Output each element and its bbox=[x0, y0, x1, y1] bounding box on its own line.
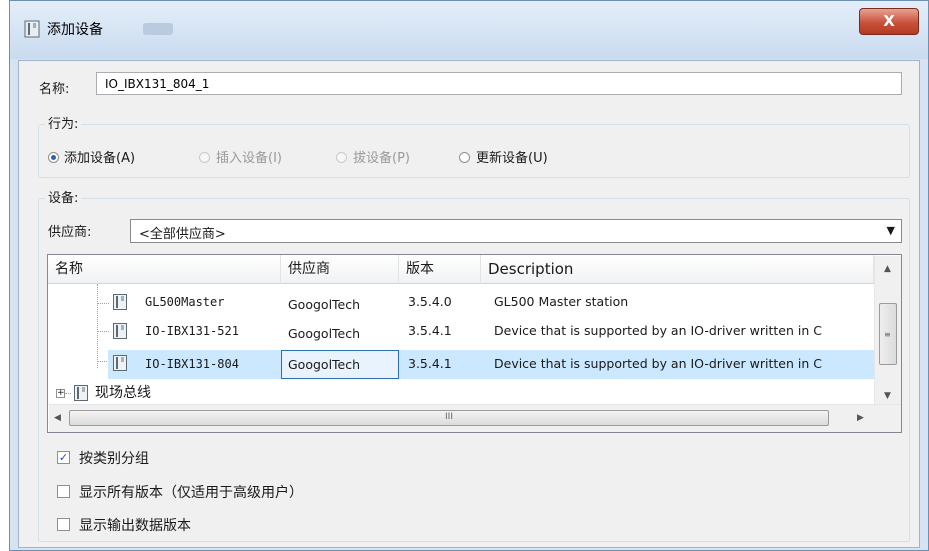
column-header-description[interactable]: Description bbox=[481, 255, 874, 284]
device-name-cell: GL500Master bbox=[145, 295, 225, 309]
description-cell: GL500 Master station bbox=[494, 294, 629, 309]
column-header-name[interactable]: 名称 bbox=[48, 255, 281, 284]
group-by-category-checkbox[interactable]: ✓ bbox=[57, 451, 70, 464]
description-cell: Device that is supported by an IO-driver… bbox=[494, 323, 822, 338]
expand-icon[interactable]: + bbox=[56, 389, 65, 398]
vertical-scroll-thumb[interactable]: ≡ bbox=[879, 303, 897, 365]
radio-add-device-label[interactable]: 添加设备(A) bbox=[64, 147, 135, 166]
show-all-versions-checkbox[interactable] bbox=[57, 485, 70, 498]
radio-update-device-label[interactable]: 更新设备(U) bbox=[476, 147, 548, 166]
version-cell: 3.5.4.1 bbox=[408, 356, 452, 371]
table-row[interactable]: IO-IBX131-521 GoogolTech 3.5.4.1 Device … bbox=[48, 319, 874, 345]
name-label: 名称: bbox=[39, 82, 70, 97]
vendor-cell: GoogolTech bbox=[288, 297, 361, 312]
vendor-select[interactable]: <全部供应商> ▼ bbox=[130, 219, 902, 243]
scroll-left-icon[interactable]: ◀ bbox=[54, 413, 61, 423]
device-module-icon bbox=[24, 20, 40, 38]
vendor-select-value: <全部供应商> bbox=[139, 227, 226, 242]
behavior-legend: 行为: bbox=[45, 113, 82, 132]
group-node-label: 现场总线 bbox=[95, 385, 151, 401]
vertical-scrollbar[interactable]: ▲ ≡ ▼ bbox=[874, 256, 901, 404]
table-row[interactable]: GL500Master GoogolTech 3.5.4.0 GL500 Mas… bbox=[48, 290, 874, 316]
radio-unplug-device-label[interactable]: 拔设备(P) bbox=[353, 147, 410, 166]
scroll-down-icon[interactable]: ▼ bbox=[884, 391, 891, 401]
vendor-label: 供应商: bbox=[48, 225, 92, 240]
close-icon: X bbox=[883, 12, 895, 30]
horizontal-scroll-thumb[interactable]: III bbox=[69, 410, 829, 426]
chevron-down-icon[interactable]: ▼ bbox=[887, 224, 895, 237]
tree-connector bbox=[65, 393, 71, 394]
devices-legend: 设备: bbox=[45, 187, 82, 206]
scroll-right-icon[interactable]: ▶ bbox=[857, 413, 864, 423]
device-module-icon bbox=[74, 385, 88, 401]
device-name-input[interactable] bbox=[96, 72, 902, 95]
group-by-category-label[interactable]: 按类别分组 bbox=[79, 448, 149, 468]
tree-group-node[interactable]: + 现场总线 bbox=[48, 382, 874, 404]
show-all-versions-label[interactable]: 显示所有版本（仅适用于高级用户） bbox=[79, 482, 303, 502]
vendor-cell: GoogolTech bbox=[288, 326, 361, 341]
radio-insert-device[interactable] bbox=[199, 152, 210, 163]
device-module-icon bbox=[113, 355, 127, 371]
show-output-data-version-checkbox[interactable] bbox=[57, 518, 70, 531]
device-module-icon bbox=[113, 294, 127, 310]
radio-add-device[interactable] bbox=[48, 152, 59, 163]
show-output-data-version-label[interactable]: 显示输出数据版本 bbox=[79, 515, 191, 535]
device-name-cell: IO-IBX131-521 bbox=[145, 324, 239, 338]
device-table: 名称 供应商 版本 Description GL500Master Googol… bbox=[47, 254, 902, 433]
device-name-cell: IO-IBX131-804 bbox=[145, 357, 239, 371]
title-suffix-blurred bbox=[143, 23, 173, 35]
vendor-cell-focused: GoogolTech bbox=[281, 350, 399, 379]
close-button[interactable]: X bbox=[859, 8, 919, 35]
scroll-up-icon[interactable]: ▲ bbox=[884, 264, 891, 274]
radio-insert-device-label[interactable]: 插入设备(I) bbox=[216, 147, 282, 166]
version-cell: 3.5.4.1 bbox=[408, 323, 452, 338]
column-header-version[interactable]: 版本 bbox=[399, 255, 481, 284]
check-mark-icon: ✓ bbox=[58, 451, 69, 464]
radio-update-device[interactable] bbox=[459, 152, 470, 163]
horizontal-scrollbar[interactable]: ◀ III ▶ bbox=[49, 404, 901, 432]
table-row-selected[interactable]: IO-IBX131-804 GoogolTech 3.5.4.1 Device … bbox=[108, 350, 874, 379]
description-cell: Device that is supported by an IO-driver… bbox=[494, 356, 822, 371]
dialog-title: 添加设备 bbox=[47, 22, 103, 38]
radio-unplug-device[interactable] bbox=[336, 152, 347, 163]
device-module-icon bbox=[113, 323, 127, 339]
behavior-group bbox=[38, 124, 910, 178]
version-cell: 3.5.4.0 bbox=[408, 294, 452, 309]
column-header-vendor[interactable]: 供应商 bbox=[281, 255, 399, 284]
